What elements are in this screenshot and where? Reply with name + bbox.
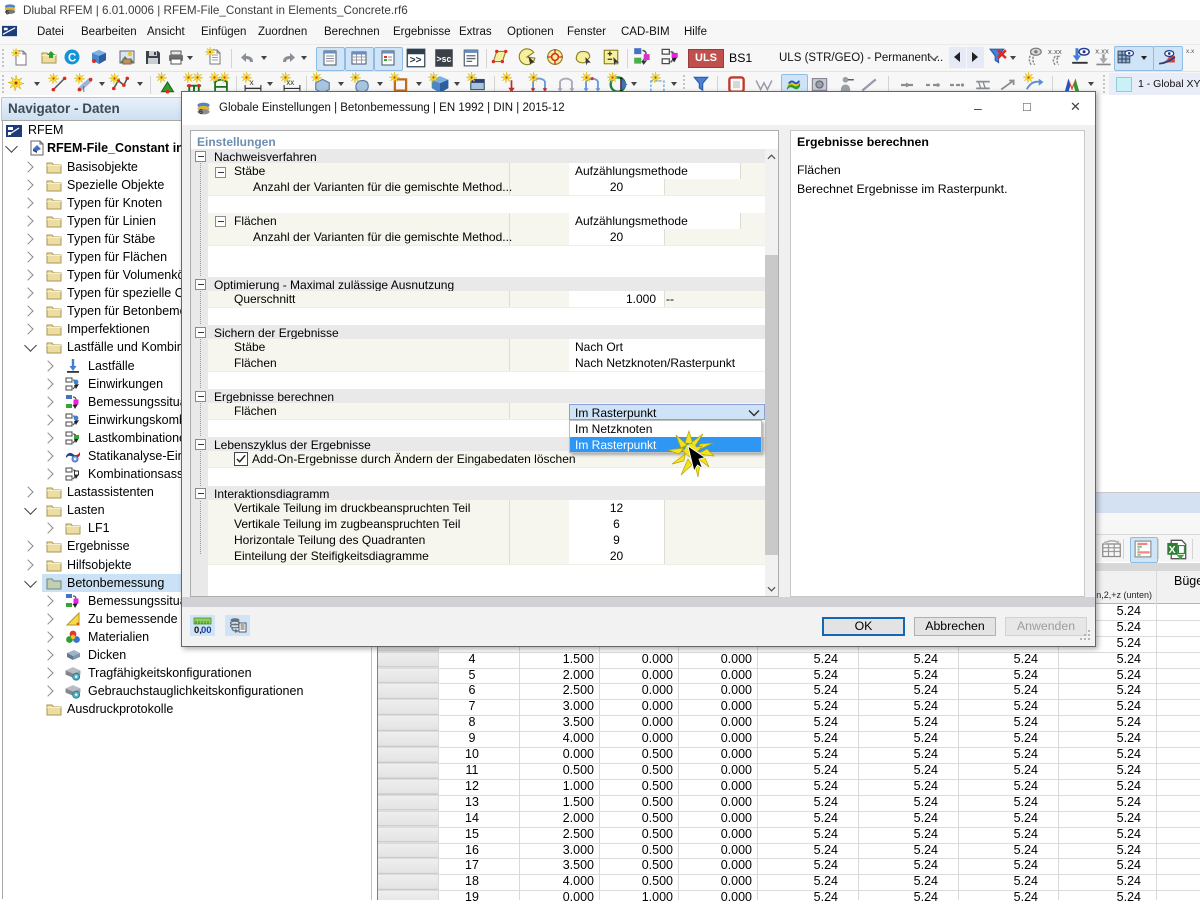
svg-text:x.xx: x.xx: [1048, 47, 1062, 56]
svg-text:>sc: >sc: [437, 54, 452, 64]
svg-text:6: 6: [199, 107, 203, 116]
svg-text:00: 00: [201, 625, 212, 634]
svg-text:x.xx: x.xx: [1095, 47, 1109, 56]
svg-text:>>: >>: [410, 55, 422, 66]
